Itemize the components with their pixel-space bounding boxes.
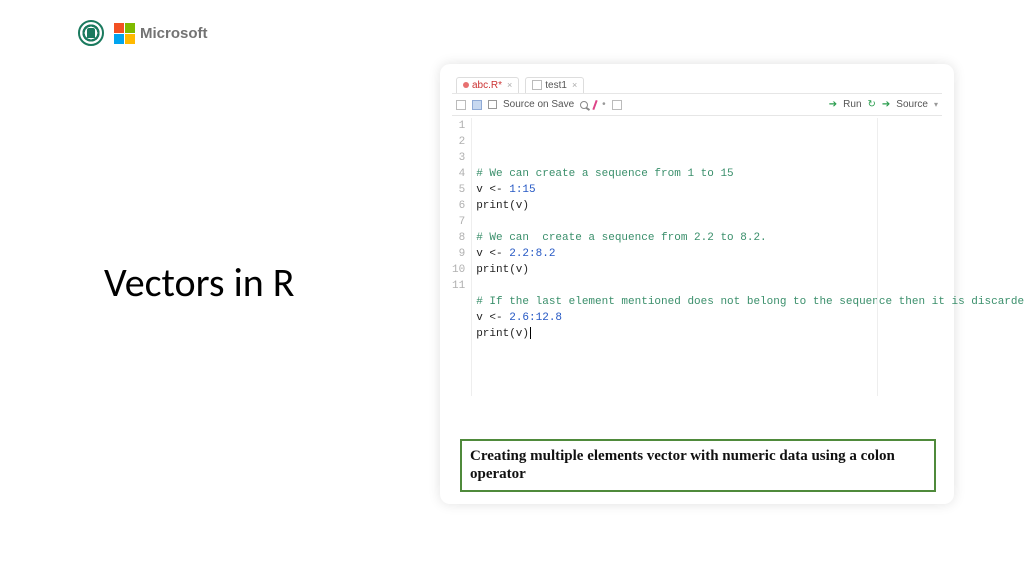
close-icon[interactable]: × — [507, 80, 512, 90]
save-icon[interactable] — [472, 100, 482, 110]
code-line[interactable]: # If the last element mentioned does not… — [476, 294, 1024, 310]
tab-label: test1 — [545, 80, 567, 91]
caption-box: Creating multiple elements vector with n… — [460, 439, 936, 493]
code-line[interactable]: # We can create a sequence from 1 to 15 — [476, 166, 1024, 182]
file-tab-abc-r[interactable]: abc.R* × — [456, 77, 519, 93]
editor-toolbar: Source on Save • ➔ Run ↻ ➔ Source ▾ — [452, 94, 942, 116]
microsoft-wordmark: Microsoft — [140, 25, 208, 42]
r-file-icon — [463, 82, 469, 88]
margin-guide — [877, 118, 878, 396]
source-on-save-label: Source on Save — [503, 99, 574, 110]
slide-header: Microsoft — [78, 20, 208, 46]
institution-logo-icon — [78, 20, 104, 46]
code-body[interactable]: # We can create a sequence from 1 to 15v… — [471, 118, 1024, 396]
code-line[interactable]: # We can create a sequence from 2.2 to 8… — [476, 230, 1024, 246]
code-line[interactable] — [476, 214, 1024, 230]
editor-screenshot: abc.R* × test1 × Source on Save • ➔ Run … — [440, 64, 954, 504]
source-arrow-icon: ➔ — [882, 99, 890, 110]
report-icon[interactable] — [612, 100, 622, 110]
code-line[interactable]: print(v) — [476, 262, 1024, 278]
run-button[interactable]: Run — [843, 99, 861, 110]
slide-title: Vectors in R — [104, 258, 295, 307]
code-line[interactable]: print(v) — [476, 326, 1024, 342]
code-line[interactable]: print(v) — [476, 198, 1024, 214]
close-icon[interactable]: × — [572, 80, 577, 90]
rerun-icon[interactable]: ↻ — [868, 99, 876, 110]
code-line[interactable]: v <- 2.6:12.8 — [476, 310, 1024, 326]
code-line[interactable]: v <- 1:15 — [476, 182, 1024, 198]
find-icon[interactable] — [580, 101, 588, 109]
new-doc-icon[interactable] — [456, 100, 466, 110]
document-icon — [532, 80, 542, 90]
wand-icon[interactable] — [593, 99, 598, 109]
microsoft-tiles-icon — [114, 23, 135, 44]
file-tab-test1[interactable]: test1 × — [525, 77, 584, 93]
code-editor[interactable]: 1234567891011 # We can create a sequence… — [452, 116, 942, 396]
microsoft-logo: Microsoft — [114, 23, 208, 44]
editor-tabs: abc.R* × test1 × — [452, 76, 942, 94]
line-number-gutter: 1234567891011 — [452, 118, 471, 396]
code-line[interactable] — [476, 278, 1024, 294]
run-arrow-icon: ➔ — [829, 99, 837, 110]
code-line[interactable]: v <- 2.2:8.2 — [476, 246, 1024, 262]
tab-label: abc.R* — [472, 80, 502, 91]
source-button[interactable]: Source — [896, 99, 928, 110]
source-on-save-checkbox[interactable] — [488, 100, 497, 109]
text-cursor — [530, 327, 531, 339]
